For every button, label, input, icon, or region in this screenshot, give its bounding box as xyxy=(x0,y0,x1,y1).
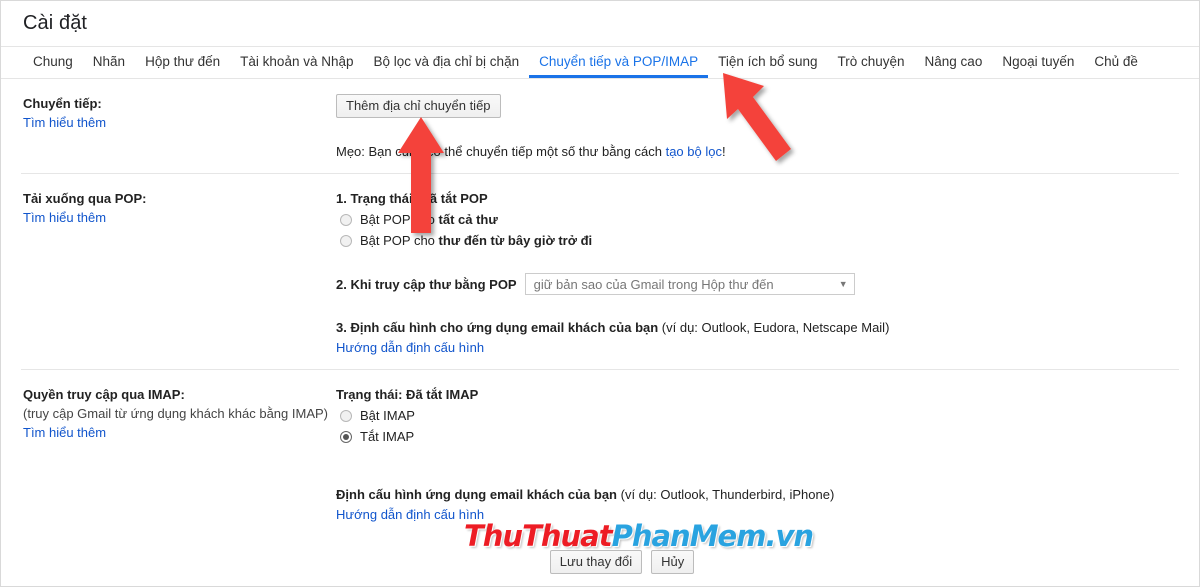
pop-option-from-now-on-label: Bật POP cho thư đến từ bây giờ trở đi xyxy=(360,233,593,248)
chevron-down-icon: ▼ xyxy=(838,278,848,289)
pop-option-all-mail-label: Bật POP cho tất cả thư xyxy=(360,212,498,227)
forwarding-tip-suffix: ! xyxy=(721,144,726,159)
tab-label: Bộ lọc và địa chỉ bị chặn xyxy=(373,53,520,69)
tab-label: Ngoại tuyến xyxy=(1002,53,1075,69)
watermark-blue-text: PhanMem.vn xyxy=(611,519,814,553)
pop-right-column: 1. Trạng thái: Đã tắt POP Bật POP cho tấ… xyxy=(336,188,1179,357)
tab-label: Tài khoản và Nhập xyxy=(240,53,354,69)
pop-config-instructions-link[interactable]: Hướng dẫn định cấu hình xyxy=(336,338,484,357)
pop-step3-note: (ví dụ: Outlook, Eudora, Netscape Mail) xyxy=(658,320,890,335)
pop-option-from-now-on[interactable]: Bật POP cho thư đến từ bây giờ trở đi xyxy=(336,231,1179,251)
settings-content: Chuyển tiếp: Tìm hiểu thêm Thêm địa chỉ … xyxy=(1,79,1199,574)
tab-label: Trò chuyện xyxy=(837,53,905,69)
imap-config-instructions-link[interactable]: Hướng dẫn định cấu hình xyxy=(336,505,484,524)
imap-learn-more-link[interactable]: Tìm hiểu thêm xyxy=(23,423,106,442)
imap-config-note: (ví dụ: Outlook, Thunderbird, iPhone) xyxy=(617,487,835,502)
form-actions: Lưu thay đổi Hủy xyxy=(21,550,1179,574)
tab-label: Chuyển tiếp và POP/IMAP xyxy=(539,53,699,69)
pop-status-value: Đã tắt POP xyxy=(420,191,488,206)
tab-2[interactable]: Hộp thư đến xyxy=(135,47,230,78)
pop-step3-bold: 3. Định cấu hình cho ứng dụng email khác… xyxy=(336,320,659,335)
pop-learn-more-link[interactable]: Tìm hiểu thêm xyxy=(23,208,106,227)
pop-access-select[interactable]: giữ bản sao của Gmail trong Hộp thư đến … xyxy=(524,273,855,295)
settings-page: Cài đặt Chung Nhãn Hộp thư đến Tài khoản và… xyxy=(0,0,1200,587)
add-forwarding-address-button[interactable]: Thêm địa chỉ chuyển tiếp xyxy=(336,94,501,118)
tab-9[interactable]: Ngoại tuyến xyxy=(992,47,1084,78)
imap-config-bold: Định cấu hình ứng dụng email khách của b… xyxy=(336,487,617,502)
imap-enable-radio[interactable] xyxy=(340,410,352,422)
tab-0[interactable]: Chung xyxy=(23,47,83,78)
tab-label: Nhãn xyxy=(92,53,126,69)
pop-step-2: 2. Khi truy cập thư bằng POP giữ bản sao… xyxy=(336,273,1179,295)
imap-config-text: Định cấu hình ứng dụng email khách của b… xyxy=(336,485,1179,505)
tab-label: Tiện ích bổ sung xyxy=(718,53,818,69)
page-title: Cài đặt xyxy=(23,12,88,34)
imap-label: Quyền truy cập qua IMAP: xyxy=(23,387,185,402)
tab-10[interactable]: Chủ đề xyxy=(1084,47,1148,78)
imap-enable-label: Bật IMAP xyxy=(360,408,415,423)
tab-4[interactable]: Bộ lọc và địa chỉ bị chặn xyxy=(364,47,530,78)
tab-8[interactable]: Nâng cao xyxy=(915,47,993,78)
tab-1[interactable]: Nhãn xyxy=(83,47,135,78)
imap-disable-radio[interactable] xyxy=(340,431,352,443)
imap-disable-label: Tắt IMAP xyxy=(360,429,415,444)
tab-label: Hộp thư đến xyxy=(145,53,221,69)
forwarding-left-column: Chuyển tiếp: Tìm hiểu thêm xyxy=(23,93,336,132)
imap-option-enable[interactable]: Bật IMAP xyxy=(336,406,1179,426)
settings-tabbar: Chung Nhãn Hộp thư đến Tài khoản và Nhập Bộ … xyxy=(1,46,1199,79)
forwarding-tip: Mẹo: Bạn cũng có thể chuyển tiếp một số … xyxy=(336,142,1179,161)
imap-sublabel: (truy cập Gmail từ ứng dụng khách khác b… xyxy=(23,406,328,421)
imap-right-column: Trạng thái: Đã tắt IMAP Bật IMAP Tắt IMA… xyxy=(336,384,1179,524)
tab-3[interactable]: Tài khoản và Nhập xyxy=(230,47,363,78)
watermark-red-text: ThuThuat xyxy=(464,519,613,553)
pop-step3-text: 3. Định cấu hình cho ứng dụng email khác… xyxy=(336,318,1179,338)
tab-label: Nâng cao xyxy=(924,53,983,69)
section-imap: Quyền truy cập qua IMAP: (truy cập Gmail… xyxy=(21,370,1179,536)
forwarding-tip-prefix: Mẹo: Bạn cũng có thể chuyển tiếp một số … xyxy=(336,144,666,159)
pop-status-row: 1. Trạng thái: Đã tắt POP xyxy=(336,189,1179,209)
tab-7[interactable]: Trò chuyện xyxy=(827,47,914,78)
section-pop: Tải xuống qua POP: Tìm hiểu thêm 1. Trạn… xyxy=(21,174,1179,370)
tab-6[interactable]: Tiện ích bổ sung xyxy=(708,47,827,78)
pop-step-3: 3. Định cấu hình cho ứng dụng email khác… xyxy=(336,318,1179,357)
watermark: ThuThuatPhanMem.vn xyxy=(464,519,814,553)
forwarding-right-column: Thêm địa chỉ chuyển tiếp Mẹo: Bạn cũng c… xyxy=(336,93,1179,161)
tab-5[interactable]: Chuyển tiếp và POP/IMAP xyxy=(529,47,709,78)
tab-label: Chung xyxy=(33,53,73,69)
forwarding-label: Chuyển tiếp: xyxy=(23,96,102,111)
forwarding-learn-more-link[interactable]: Tìm hiểu thêm xyxy=(23,113,106,132)
create-filter-link[interactable]: tạo bộ lọc xyxy=(666,142,722,161)
page-header: Cài đặt xyxy=(1,1,1199,46)
pop-option-all-mail-radio[interactable] xyxy=(340,214,352,226)
pop-access-select-value: giữ bản sao của Gmail trong Hộp thư đến xyxy=(533,276,774,292)
pop-step2-label: 2. Khi truy cập thư bằng POP xyxy=(336,276,517,292)
pop-label: Tải xuống qua POP: xyxy=(23,191,147,206)
section-forwarding: Chuyển tiếp: Tìm hiểu thêm Thêm địa chỉ … xyxy=(21,79,1179,174)
imap-status: Trạng thái: Đã tắt IMAP xyxy=(336,387,479,402)
imap-option-disable[interactable]: Tắt IMAP xyxy=(336,427,1179,447)
imap-left-column: Quyền truy cập qua IMAP: (truy cập Gmail… xyxy=(23,384,336,442)
pop-option-all-mail[interactable]: Bật POP cho tất cả thư xyxy=(336,210,1179,230)
tab-label: Chủ đề xyxy=(1094,53,1138,69)
save-changes-button[interactable]: Lưu thay đổi xyxy=(549,550,643,574)
cancel-button[interactable]: Hủy xyxy=(651,550,695,574)
pop-option-from-now-on-radio[interactable] xyxy=(340,235,352,247)
pop-left-column: Tải xuống qua POP: Tìm hiểu thêm xyxy=(23,188,336,227)
pop-status-number: 1. Trạng thái: xyxy=(336,191,417,206)
